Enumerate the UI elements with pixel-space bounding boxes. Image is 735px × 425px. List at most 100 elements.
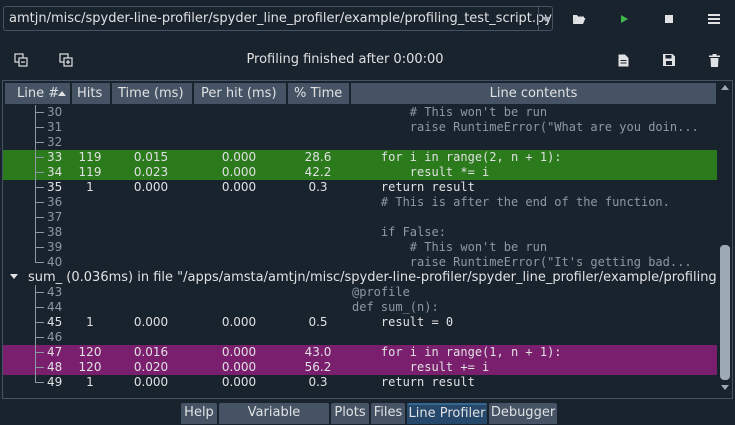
line-contents-cell: @profile: [352, 285, 410, 299]
table-row[interactable]: 49 1 0.000 0.000 0.3 return result: [3, 375, 717, 390]
pane-tab-bar: Help Variable Explorer Plots Files Line …: [0, 402, 735, 425]
hits-cell: 119: [78, 165, 102, 179]
table-row[interactable]: 35 1 0.000 0.000 0.3 return result: [3, 180, 717, 195]
function-group-title: sum_ (0.036ms) in file "/apps/amsta/amtj…: [28, 270, 716, 285]
line-number-cell: 33: [47, 150, 63, 164]
line-number-cell: 30: [47, 105, 63, 119]
line-contents-cell: # This won't be run: [352, 240, 548, 254]
chevron-down-icon[interactable]: [10, 273, 18, 281]
chevron-down-icon[interactable]: [538, 7, 552, 30]
clear-results-button[interactable]: [702, 48, 726, 72]
line-number-cell: 36: [47, 195, 63, 209]
table-row[interactable]: 48 120 0.020 0.000 56.2 result += i: [3, 360, 717, 375]
table-row[interactable]: 43 @profile: [3, 285, 717, 300]
table-row[interactable]: 30 # This won't be run: [3, 105, 717, 120]
stop-button[interactable]: [657, 7, 681, 31]
percent-time-cell: 42.2: [304, 165, 332, 179]
percent-time-cell: 0.3: [308, 180, 328, 194]
function-group-row[interactable]: sum_ (0.036ms) in file "/apps/amsta/amtj…: [3, 270, 717, 285]
load-data-button[interactable]: [611, 48, 635, 72]
table-row[interactable]: 31 raise RuntimeError("What are you doin…: [3, 120, 717, 135]
per-hit-cell: 0.000: [221, 165, 257, 179]
status-bar: Profiling finished after 0:00:00: [0, 46, 735, 74]
results-rows: 30 # This won't be run 31 raise RuntimeEr…: [3, 105, 717, 390]
hits-cell: 119: [78, 150, 102, 164]
tab-plots[interactable]: Plots: [331, 403, 369, 424]
percent-time-cell: 0.5: [308, 315, 328, 329]
line-number-cell: 31: [47, 120, 63, 134]
run-button[interactable]: [612, 7, 636, 31]
file-path-text: amtjn/misc/spyder-line-profiler/spyder_l…: [9, 11, 552, 26]
column-header-line[interactable]: Line #: [5, 83, 71, 104]
column-header-line-contents[interactable]: Line contents: [351, 83, 717, 104]
line-number-cell: 38: [47, 225, 63, 239]
table-row[interactable]: 33 119 0.015 0.000 28.6 for i in range(2, n …: [3, 150, 717, 165]
time-cell: 0.020: [133, 360, 169, 374]
table-row[interactable]: 37: [3, 210, 717, 225]
hits-cell: 1: [86, 315, 94, 329]
run-icon: [621, 15, 628, 23]
time-cell: 0.000: [133, 315, 169, 329]
line-number-cell: 49: [47, 375, 63, 389]
table-row[interactable]: 40 raise RuntimeError("It's getting bad.…: [3, 255, 717, 270]
line-contents-cell: # This is after the end of the function.: [352, 195, 670, 209]
tab-files[interactable]: Files: [371, 403, 405, 424]
save-data-button[interactable]: [657, 48, 681, 72]
profiler-results-tree[interactable]: Line # Hits Time (ms) Per hit (ms) % Tim…: [2, 80, 733, 399]
scrollbar-thumb[interactable]: [720, 245, 730, 380]
time-cell: 0.000: [133, 180, 169, 194]
line-contents-cell: for i in range(1, n + 1):: [352, 345, 562, 359]
hits-cell: 120: [78, 360, 102, 374]
line-contents-cell: for i in range(2, n + 1):: [352, 150, 562, 164]
hits-cell: 120: [78, 345, 102, 359]
line-number-cell: 32: [47, 135, 63, 149]
line-contents-cell: return result: [352, 375, 475, 389]
line-number-cell: 45: [47, 315, 63, 329]
tab-variable-explorer[interactable]: Variable Explorer: [219, 403, 329, 424]
per-hit-cell: 0.000: [221, 360, 257, 374]
scroll-up-icon[interactable]: [721, 85, 729, 90]
line-number-cell: 46: [47, 330, 63, 344]
file-path-combobox[interactable]: amtjn/misc/spyder-line-profiler/spyder_l…: [3, 6, 553, 31]
sort-ascending-icon: [58, 91, 66, 96]
open-file-button[interactable]: [567, 7, 591, 31]
table-row[interactable]: 47 120 0.016 0.000 43.0 for i in range(1, n …: [3, 345, 717, 360]
menu-icon: [708, 14, 720, 24]
tab-help[interactable]: Help: [181, 403, 217, 424]
percent-time-cell: 43.0: [304, 345, 332, 359]
scroll-down-icon[interactable]: [721, 385, 729, 390]
column-header-per-hit[interactable]: Per hit (ms): [194, 83, 287, 104]
line-contents-cell: if False:: [352, 225, 446, 239]
line-number-cell: 43: [47, 285, 63, 299]
tab-line-profiler[interactable]: Line Profiler: [407, 403, 487, 424]
line-contents-cell: # This won't be run: [352, 105, 548, 119]
line-number-cell: 44: [47, 300, 63, 314]
table-row[interactable]: 46: [3, 330, 717, 345]
column-header-percent-time[interactable]: % Time: [288, 83, 350, 104]
table-row[interactable]: 39 # This won't be run: [3, 240, 717, 255]
options-menu-button[interactable]: [702, 7, 726, 31]
table-row[interactable]: 34 119 0.023 0.000 42.2 result *= i: [3, 165, 717, 180]
per-hit-cell: 0.000: [221, 345, 257, 359]
percent-time-cell: 56.2: [304, 360, 332, 374]
hits-cell: 1: [86, 180, 94, 194]
column-header-time[interactable]: Time (ms): [112, 83, 193, 104]
table-row[interactable]: 32: [3, 135, 717, 150]
table-row[interactable]: 45 1 0.000 0.000 0.5 result = 0: [3, 315, 717, 330]
per-hit-cell: 0.000: [221, 180, 257, 194]
line-contents-cell: result = 0: [352, 315, 454, 329]
per-hit-cell: 0.000: [221, 375, 257, 389]
stop-icon: [665, 15, 673, 23]
table-row[interactable]: 36 # This is after the end of the functi…: [3, 195, 717, 210]
tab-debugger[interactable]: Debugger: [489, 403, 557, 424]
line-contents-cell: result *= i: [352, 165, 490, 179]
line-number-cell: 35: [47, 180, 63, 194]
column-header-hits[interactable]: Hits: [72, 83, 111, 104]
save-data-icon: [663, 54, 675, 66]
vertical-scrollbar[interactable]: [720, 85, 730, 390]
line-number-cell: 48: [47, 360, 63, 374]
table-row[interactable]: 38 if False:: [3, 225, 717, 240]
table-row[interactable]: 44 def sum_(n):: [3, 300, 717, 315]
hits-cell: 1: [86, 375, 94, 389]
per-hit-cell: 0.000: [221, 315, 257, 329]
